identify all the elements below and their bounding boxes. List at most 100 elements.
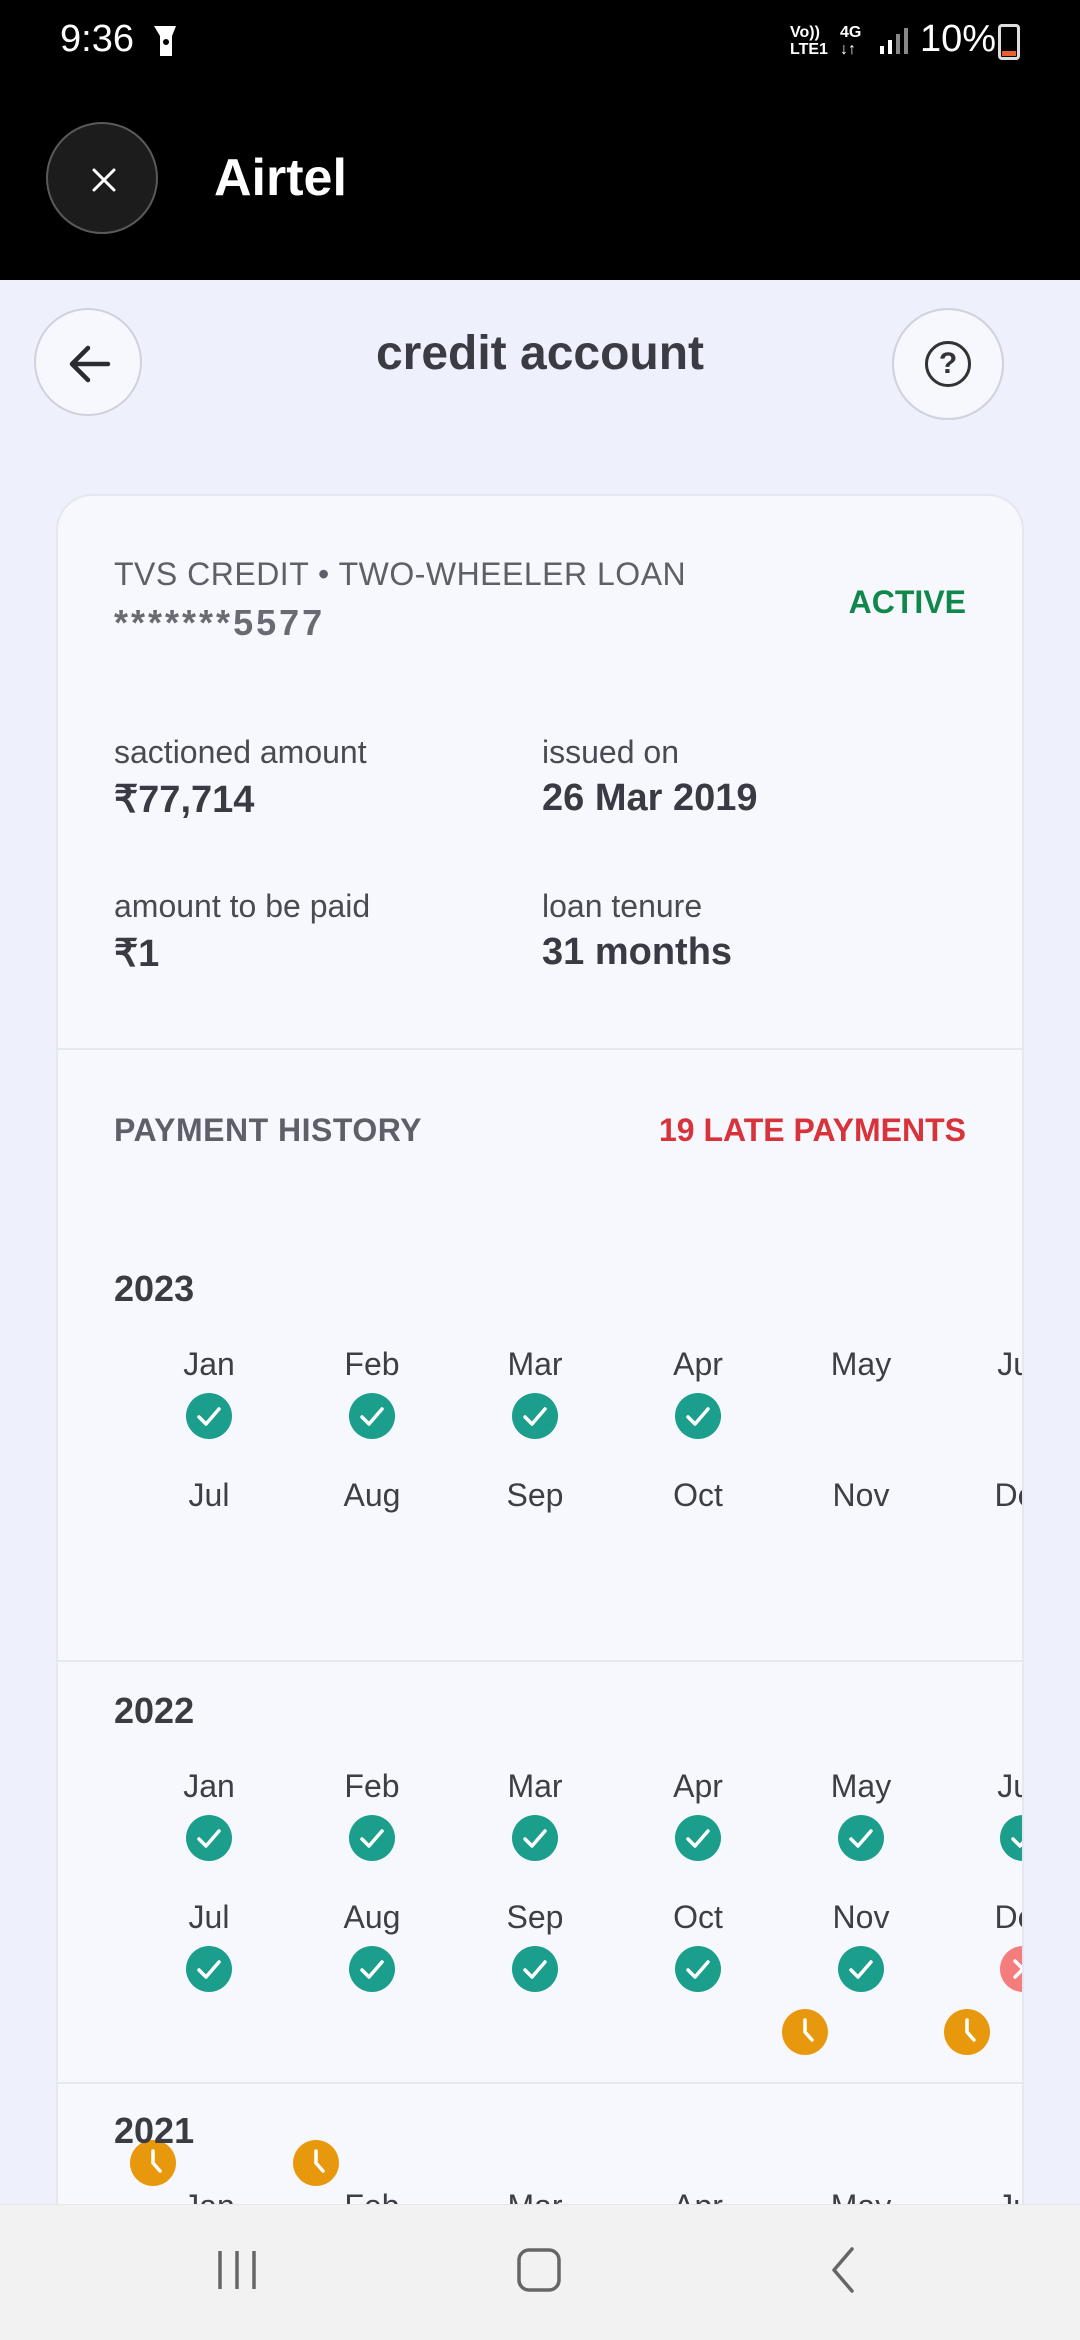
month-aug-2023: Aug — [293, 1477, 447, 2186]
month-label: Oct — [673, 1899, 723, 1935]
check-circle-icon — [675, 1393, 721, 1439]
month-dec-2022: Dec — [948, 1899, 1022, 1992]
month-label: Mar — [507, 1768, 563, 1804]
month-nov-2022: Nov — [786, 1899, 936, 1992]
month-mar-2022: Mar — [460, 1768, 610, 1861]
month-label: Dec — [994, 1477, 1022, 1513]
clock-icon — [944, 2009, 990, 2055]
check-circle-icon — [349, 1393, 395, 1439]
month-label: Mar — [507, 1346, 563, 1382]
lender-name: TVS CREDIT • TWO-WHEELER LOAN — [114, 556, 687, 592]
month-nov-2023: Nov — [786, 1477, 936, 1514]
issued-on: issued on 26 Mar 2019 — [542, 734, 758, 820]
sanctioned-amount-value: ₹77,714 — [114, 779, 255, 821]
check-circle-icon — [512, 1946, 558, 1992]
help-button[interactable]: ? — [892, 308, 1004, 420]
month-label: Dec — [994, 1899, 1022, 1935]
month-label: Nov — [832, 1899, 890, 1935]
month-jul-2023: Jul — [130, 1477, 284, 2186]
year-label: 2022 — [114, 1690, 195, 1731]
app-title: Airtel — [214, 149, 347, 207]
year-label: 2023 — [114, 1268, 195, 1309]
month-jun-2022: Jun — [948, 1768, 1022, 1861]
month-mar-2023: Mar — [460, 1346, 610, 1439]
month-label: May — [830, 1768, 892, 1804]
check-circle-icon — [838, 1815, 884, 1861]
amount-to-be-paid-value: ₹1 — [114, 933, 160, 975]
month-may-2023: May — [782, 1346, 936, 2055]
flashlight-icon — [150, 22, 180, 65]
month-feb-2023: Feb — [297, 1346, 447, 1439]
month-label: Jan — [183, 1768, 235, 1804]
loan-tenure: loan tenure 31 months — [542, 888, 732, 974]
month-label: Jan — [183, 1346, 235, 1382]
loan-tenure-value: 31 months — [542, 931, 733, 973]
check-circle-icon — [675, 1815, 721, 1861]
month-aug-2022: Aug — [297, 1899, 447, 1992]
month-label: Sep — [506, 1899, 564, 1935]
battery-percent: 10% — [920, 18, 997, 60]
divider — [58, 1660, 1022, 1662]
network-4g-indicator: 4G ↓↑ — [840, 24, 862, 58]
check-circle-icon — [186, 1815, 232, 1861]
month-label: Feb — [344, 1768, 400, 1804]
account-number: *******5577 — [114, 602, 326, 643]
month-label: Jun — [997, 1768, 1022, 1804]
month-label: Apr — [673, 1768, 723, 1804]
amount-to-be-paid: amount to be paid ₹1 — [114, 888, 370, 976]
question-icon: ? — [925, 341, 971, 387]
credit-account-card: TVS CREDIT • TWO-WHEELER LOAN *******557… — [56, 494, 1024, 2214]
battery-icon — [998, 24, 1020, 60]
check-circle-icon — [512, 1815, 558, 1861]
month-label: Sep — [506, 1477, 564, 1513]
close-button[interactable] — [46, 122, 158, 234]
check-circle-icon — [349, 1815, 395, 1861]
month-label: Jun — [997, 1346, 1022, 1382]
month-jun-2023: Jun — [944, 1346, 1022, 2055]
cross-circle-icon — [1000, 1946, 1022, 1992]
sanctioned-amount-label: sactioned amount — [114, 734, 367, 770]
month-label: Jul — [188, 1899, 230, 1935]
status-time: 9:36 — [60, 18, 134, 60]
sanctioned-amount: sactioned amount ₹77,714 — [114, 734, 367, 822]
month-label: Feb — [344, 1346, 400, 1382]
back-nav-icon[interactable] — [820, 2245, 870, 2300]
late-payments-count: 19 LATE PAYMENTS — [658, 1112, 966, 1148]
issued-on-value: 26 Mar 2019 — [542, 777, 758, 819]
month-label: Jul — [188, 1477, 230, 1513]
month-oct-2023: Oct — [623, 1477, 773, 1514]
app-bar: Airtel — [0, 84, 1080, 280]
recent-apps-icon[interactable] — [212, 2245, 262, 2300]
month-sep-2023: Sep — [460, 1477, 610, 1514]
page-header: credit account ? — [0, 280, 1080, 440]
month-apr-2023: Apr — [623, 1346, 773, 1439]
month-label: Oct — [673, 1477, 723, 1513]
month-apr-2022: Apr — [623, 1768, 773, 1861]
check-circle-icon — [838, 1946, 884, 1992]
month-oct-2022: Oct — [623, 1899, 773, 1992]
month-label: Nov — [832, 1477, 890, 1513]
status-badge: ACTIVE — [848, 584, 966, 620]
month-dec-2023: Dec — [948, 1477, 1022, 1514]
month-label: Aug — [343, 1899, 401, 1935]
month-jan-2022: Jan — [134, 1768, 284, 1861]
check-circle-icon — [512, 1393, 558, 1439]
month-label: Apr — [673, 1346, 723, 1382]
month-jul-2022: Jul — [134, 1899, 284, 1992]
divider — [58, 1048, 1022, 1050]
network-volte-indicator: Vo)) LTE1 — [790, 24, 828, 58]
check-circle-icon — [186, 1393, 232, 1439]
close-icon — [92, 168, 116, 192]
month-label: May — [830, 1346, 892, 1382]
issued-on-label: issued on — [542, 734, 679, 770]
system-nav-bar — [0, 2204, 1080, 2340]
clock-icon — [293, 2140, 339, 2186]
home-icon[interactable] — [514, 2245, 564, 2300]
check-circle-icon — [675, 1946, 721, 1992]
check-circle-icon — [1000, 1815, 1022, 1861]
month-may-2022: May — [786, 1768, 936, 1861]
status-bar: 9:36 Vo)) LTE1 4G ↓↑ 10% — [0, 0, 1080, 84]
check-circle-icon — [349, 1946, 395, 1992]
month-feb-2022: Feb — [297, 1768, 447, 1861]
signal-icon — [878, 26, 908, 61]
